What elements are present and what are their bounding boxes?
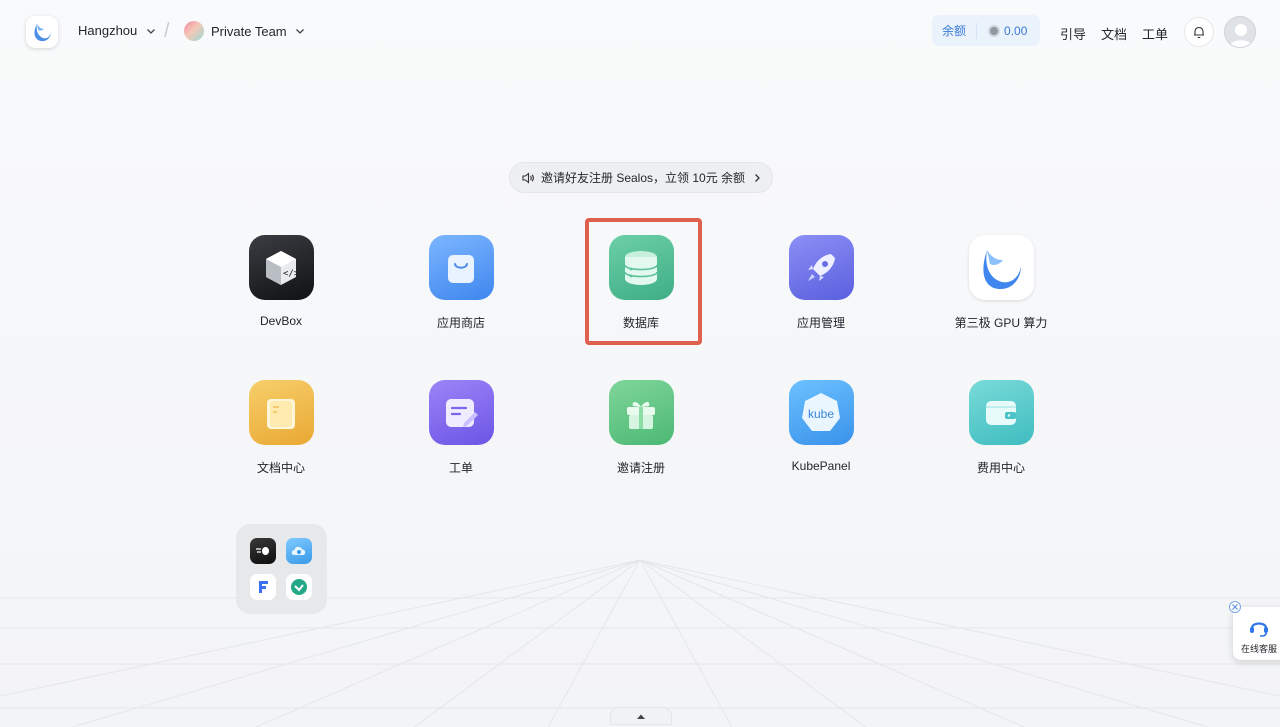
region-name: Hangzhou	[78, 23, 138, 38]
sealos-logo-icon[interactable]	[26, 16, 58, 48]
balance-value: 0.00	[1004, 23, 1028, 38]
rocket-icon	[788, 235, 854, 300]
chevron-right-icon	[755, 173, 760, 182]
app-label: 费用中心	[976, 461, 1025, 475]
app-kubepanel[interactable]: kube KubePanel	[751, 380, 891, 490]
app-management[interactable]: 应用管理	[751, 235, 891, 345]
user-avatar[interactable]	[1224, 16, 1256, 48]
app-invite[interactable]: 邀请注册	[571, 380, 711, 490]
app-billing[interactable]: 费用中心	[931, 380, 1071, 490]
team-avatar	[184, 21, 204, 41]
online-support-button[interactable]: 在线客服	[1233, 607, 1280, 660]
chevron-up-icon	[637, 714, 645, 719]
app-label: 数据库	[622, 316, 659, 330]
chevron-down-icon	[147, 28, 156, 34]
speaker-icon	[522, 171, 534, 184]
ticket-edit-icon	[428, 380, 494, 445]
support-label: 在线客服	[1240, 644, 1277, 654]
speed-icon	[250, 538, 276, 564]
bell-icon[interactable]	[1184, 17, 1214, 47]
gift-icon	[608, 380, 674, 445]
app-devbox[interactable]: </> DevBox	[211, 235, 351, 345]
app-label: 文档中心	[256, 461, 305, 475]
balance-divider	[976, 22, 978, 39]
nav-ticket-link[interactable]: 工单	[1142, 24, 1168, 43]
app-store-bag-icon	[428, 235, 494, 300]
app-label: 第三极 GPU 算力	[954, 316, 1048, 330]
breadcrumb-separator: /	[164, 20, 170, 42]
close-icon[interactable]	[1229, 601, 1241, 613]
nav-guide-link[interactable]: 引导	[1060, 24, 1086, 43]
sealos-logo-icon	[968, 235, 1034, 300]
kube-icon: kube	[788, 380, 854, 445]
kube-text: kube	[808, 407, 834, 421]
database-icon	[608, 235, 674, 300]
balance-widget[interactable]: 余额 0.00	[932, 15, 1040, 46]
app-label: 应用管理	[796, 316, 845, 330]
app-ticket[interactable]: 工单	[391, 380, 531, 490]
dock-toggle[interactable]	[610, 707, 672, 725]
app-label: 工单	[448, 461, 473, 475]
invite-banner[interactable]: 邀请好友注册 Sealos，立领 10元 余额	[509, 162, 773, 193]
app-label: DevBox	[259, 314, 303, 328]
team-selector[interactable]: Private Team	[184, 21, 306, 41]
app-label: KubePanel	[791, 459, 851, 473]
team-name: Private Team	[211, 23, 287, 39]
app-folder[interactable]	[236, 524, 327, 614]
app-gpu[interactable]: 第三极 GPU 算力	[931, 235, 1071, 345]
chevron-down-icon	[295, 29, 304, 34]
top-bar: Hangzhou / Private Team 余额 0.00 引导 文档 工单	[0, 2, 1280, 58]
region-selector[interactable]: Hangzhou	[78, 23, 157, 38]
f-logo-icon	[250, 574, 276, 600]
devbox-icon: </>	[248, 235, 314, 300]
banner-text: 邀请好友注册 Sealos，立领 10元 余额	[541, 171, 746, 185]
app-docs[interactable]: 文档中心	[211, 380, 351, 490]
app-store[interactable]: 应用商店	[391, 235, 531, 345]
coin-icon	[988, 24, 1001, 37]
notebook-icon	[248, 380, 314, 445]
wallet-icon	[968, 380, 1034, 445]
floor-grid	[0, 0, 1280, 727]
cloud-icon	[286, 538, 312, 564]
app-label: 应用商店	[436, 316, 485, 330]
svg-text:</>: </>	[283, 269, 300, 279]
app-label: 邀请注册	[616, 461, 665, 475]
app-database[interactable]: 数据库	[571, 235, 711, 345]
balance-label: 余额	[942, 24, 967, 38]
leaf-chat-icon	[286, 574, 312, 600]
nav-docs-link[interactable]: 文档	[1101, 24, 1127, 43]
headset-icon	[1250, 622, 1268, 637]
